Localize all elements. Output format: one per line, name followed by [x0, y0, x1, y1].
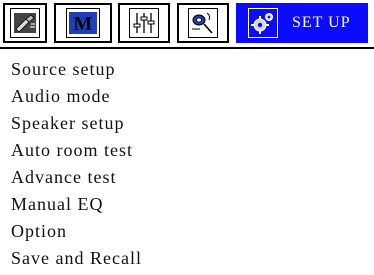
setup-menu: Source setup Audio mode Speaker setup Au…: [11, 56, 142, 272]
menu-item-manual-eq[interactable]: Manual EQ: [11, 191, 142, 218]
tab-movie-mode[interactable]: M: [54, 3, 112, 43]
tab-speaker[interactable]: [177, 3, 229, 43]
menu-item-audio-mode[interactable]: Audio mode: [11, 83, 142, 110]
tab-bar: M SET UP: [0, 0, 374, 50]
input-source-icon: [10, 8, 40, 38]
menu-item-auto-room-test[interactable]: Auto room test: [11, 137, 142, 164]
menu-item-source-setup[interactable]: Source setup: [11, 56, 142, 83]
tab-equalizer[interactable]: [118, 3, 170, 43]
tab-setup-label: SET UP: [292, 14, 351, 31]
tab-input-source[interactable]: [3, 3, 47, 43]
menu-item-speaker-setup[interactable]: Speaker setup: [11, 110, 142, 137]
tab-setup[interactable]: SET UP: [236, 3, 368, 43]
tab-baseline-divider: [0, 47, 374, 49]
menu-item-advance-test[interactable]: Advance test: [11, 164, 142, 191]
speaker-icon: [188, 8, 218, 38]
movie-mode-icon: M: [66, 8, 100, 38]
svg-text:M: M: [74, 13, 93, 35]
menu-item-option[interactable]: Option: [11, 218, 142, 245]
equalizer-icon: [129, 8, 159, 38]
setup-gear-icon: [248, 8, 278, 38]
menu-item-save-and-recall[interactable]: Save and Recall: [11, 245, 142, 272]
